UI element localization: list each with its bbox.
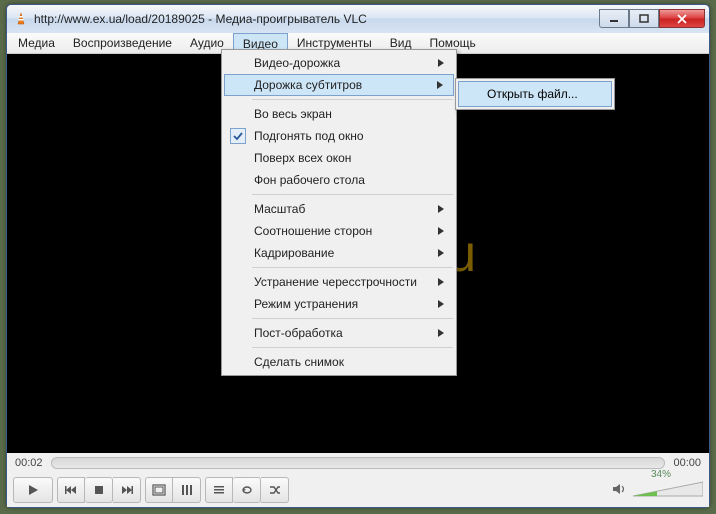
submenu-arrow-icon [438,275,444,289]
menu-crop[interactable]: Кадрирование [224,242,454,264]
time-bar: 00:02 00:00 [7,453,709,473]
time-total: 00:00 [673,457,701,469]
menu-always-on-top[interactable]: Поверх всех окон [224,147,454,169]
vlc-cone-icon [13,11,29,27]
seek-slider[interactable] [51,457,666,469]
maximize-button[interactable] [629,9,659,28]
menu-deinterlace[interactable]: Устранение чересстрочности [224,271,454,293]
volume-percent: 34% [651,469,671,480]
menu-post-processing[interactable]: Пост-обработка [224,322,454,344]
prev-button[interactable] [57,477,85,503]
next-button[interactable] [113,477,141,503]
play-button[interactable] [13,477,53,503]
extended-settings-button[interactable] [173,477,201,503]
subtitle-submenu: Открыть файл... [455,78,615,110]
window-title: http://www.ex.ua/load/20189025 - Медиа-п… [34,12,599,26]
minimize-button[interactable] [599,9,629,28]
submenu-arrow-icon [438,246,444,260]
menu-snapshot[interactable]: Сделать снимок [224,351,454,373]
titlebar[interactable]: http://www.ex.ua/load/20189025 - Медиа-п… [7,5,709,33]
playlist-button[interactable] [205,477,233,503]
menu-deinterlace-mode[interactable]: Режим устранения [224,293,454,315]
menu-wallpaper[interactable]: Фон рабочего стола [224,169,454,191]
menu-media[interactable]: Медиа [9,33,64,53]
speaker-icon[interactable] [611,482,627,499]
submenu-arrow-icon [438,326,444,340]
fullscreen-button[interactable] [145,477,173,503]
menu-fullscreen[interactable]: Во весь экран [224,103,454,125]
submenu-arrow-icon [438,224,444,238]
menu-zoom[interactable]: Масштаб [224,198,454,220]
menu-playback[interactable]: Воспроизведение [64,33,181,53]
video-menu-dropdown: Видео-дорожка Дорожка субтитров Во весь … [221,49,457,376]
stop-button[interactable] [85,477,113,503]
submenu-arrow-icon [438,56,444,70]
volume-slider[interactable] [633,480,703,500]
submenu-arrow-icon [438,297,444,311]
submenu-arrow-icon [437,78,443,92]
menu-aspect-ratio[interactable]: Соотношение сторон [224,220,454,242]
check-icon [230,128,246,144]
menu-video-track[interactable]: Видео-дорожка [224,52,454,74]
window-buttons [599,10,705,28]
close-button[interactable] [659,9,705,28]
shuffle-button[interactable] [261,477,289,503]
submenu-arrow-icon [438,202,444,216]
loop-button[interactable] [233,477,261,503]
volume-area: 34% [611,480,703,500]
menu-subtitle-track[interactable]: Дорожка субтитров [224,74,454,96]
controls-bar: 34% [7,473,709,507]
submenu-open-file[interactable]: Открыть файл... [458,81,612,107]
time-elapsed: 00:02 [15,457,43,469]
menu-fit-window[interactable]: Подгонять под окно [224,125,454,147]
